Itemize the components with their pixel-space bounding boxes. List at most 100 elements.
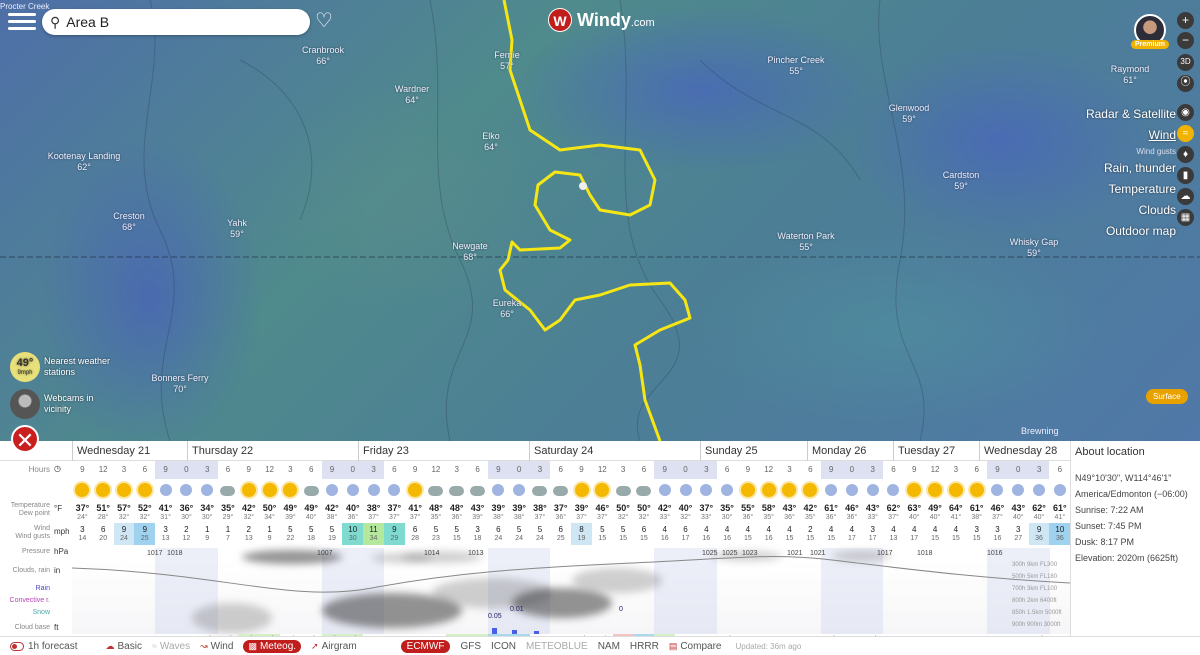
place-label[interactable]: Cardston 59° — [943, 170, 980, 192]
day-header[interactable]: Wednesday 21 — [72, 441, 187, 461]
surface-button[interactable]: Surface — [1146, 389, 1188, 404]
place-label[interactable]: Kootenay Landing 62° — [48, 151, 121, 173]
place-label[interactable]: Newgate 68° — [452, 241, 488, 263]
layer-radar-satellite[interactable]: Radar & Satellite — [1086, 104, 1176, 125]
webcams-vicinity[interactable]: Webcams in vicinity — [10, 389, 104, 419]
rain-icon[interactable]: ♦ — [1177, 146, 1194, 163]
place-label[interactable]: Glenwood 59° — [889, 103, 930, 125]
wind-cell: 4 16 — [758, 523, 779, 545]
temp-value: 46° — [990, 503, 1005, 513]
compare-button[interactable]: ▤ Compare — [669, 641, 722, 652]
cloud-icon — [553, 486, 569, 496]
model-gfs[interactable]: GFS — [460, 641, 481, 652]
temp-cell: 41° 31° — [155, 501, 176, 523]
search-input[interactable] — [66, 14, 287, 30]
place-label[interactable]: Whisky Gap 59° — [1010, 237, 1059, 259]
dew-value: 37° — [368, 514, 379, 521]
place-label[interactable]: Cranbrook 66° — [302, 45, 344, 67]
pressure-value: 1025 — [722, 550, 738, 557]
temp-cell: 42° 38° — [322, 501, 343, 523]
layer-wind[interactable]: Wind — [1086, 125, 1176, 146]
moon-icon — [1053, 484, 1066, 496]
day-header[interactable]: Thursday 22 — [187, 441, 358, 461]
model-nam[interactable]: NAM — [598, 641, 620, 652]
nearest-weather-stations[interactable]: 49° 9mph Nearest weather stations — [10, 352, 116, 382]
weather-icon-cell — [550, 479, 571, 501]
day-header[interactable]: Saturday 24 — [529, 441, 700, 461]
temp-value: 63° — [907, 503, 922, 513]
close-forecast-button[interactable]: ✕ — [11, 425, 39, 453]
search-box[interactable]: ⚲ — [42, 9, 310, 35]
layer-clouds[interactable]: Clouds — [1086, 200, 1176, 221]
favorite-heart-icon[interactable]: ♡ — [315, 11, 335, 31]
place-label[interactable]: Wardner 64° — [395, 84, 429, 106]
wind-value: 2 — [808, 525, 813, 534]
wind-cell: 3 13 — [155, 523, 176, 545]
place-label[interactable]: Bonners Ferry 70° — [151, 373, 208, 395]
pressure-unit[interactable]: hPa — [54, 547, 68, 556]
place-label[interactable]: Fernie 57° — [494, 50, 520, 72]
tab-waves[interactable]: ≈ Waves — [152, 641, 190, 652]
layer-outdoor-map[interactable]: Outdoor map — [1086, 221, 1176, 242]
clouds-unit[interactable]: in — [54, 566, 60, 575]
hour-cell: 6 — [808, 465, 813, 474]
locate-icon[interactable]: ⦿ — [1177, 75, 1194, 92]
weather-icon-cell — [758, 479, 779, 501]
gust-value: 36 — [1055, 535, 1064, 542]
day-header[interactable]: Sunday 25 — [700, 441, 807, 461]
dew-value: 38° — [971, 514, 982, 521]
place-label[interactable]: Pincher Creek 55° — [767, 55, 824, 77]
about-location-title[interactable]: About location — [1075, 446, 1200, 458]
temp-unit[interactable]: °F — [54, 504, 62, 513]
layer-rain-thunder[interactable]: Rain, thunder — [1086, 158, 1176, 179]
place-label[interactable]: Yahk 59° — [227, 218, 247, 240]
gust-value: 17 — [868, 535, 877, 542]
satellite-icon[interactable]: ◉ — [1177, 104, 1194, 121]
gust-value: 23 — [432, 535, 440, 542]
cloud-base-unit[interactable]: ft — [54, 623, 58, 632]
day-header[interactable]: Wednesday 28 — [979, 441, 1070, 461]
place-label[interactable]: Eureka 66° — [493, 298, 522, 320]
layer-temperature[interactable]: Temperature — [1086, 179, 1176, 200]
thermometer-icon[interactable]: ▮ — [1177, 167, 1194, 184]
cloud-icon[interactable]: ☁ — [1177, 188, 1194, 205]
day-header[interactable]: Tuesday 27 — [893, 441, 979, 461]
day-header[interactable]: Friday 23 — [358, 441, 529, 461]
zoom-out-button[interactable]: − — [1177, 32, 1194, 49]
wind-cell: 4 15 — [821, 523, 842, 545]
place-label[interactable]: Waterton Park 55° — [777, 231, 834, 253]
gust-value: 16 — [660, 535, 669, 542]
temp-cell: 50° 34° — [259, 501, 280, 523]
map-icon[interactable]: ▦ — [1177, 209, 1194, 226]
hour-cell: 9 — [155, 461, 176, 479]
weather-icon-cell — [114, 479, 135, 501]
gust-value: 15 — [827, 535, 835, 542]
weather-icon-cell — [613, 479, 634, 501]
menu-button[interactable] — [8, 10, 36, 34]
model-ecmwf[interactable]: ECMWF — [400, 639, 451, 653]
place-label[interactable]: Elko 64° — [482, 131, 500, 153]
model-hrrr[interactable]: HRRR — [630, 641, 659, 652]
wind-unit[interactable]: mph — [54, 527, 70, 536]
temp-cell: 46° 37° — [592, 501, 613, 523]
model-icon[interactable]: ICON — [491, 641, 516, 652]
day-header[interactable]: Monday 26 — [807, 441, 893, 461]
cloud-base-label: Cloud base — [14, 624, 50, 631]
place-label[interactable]: Raymond 61° — [1111, 64, 1150, 86]
forecast-1h-toggle[interactable]: 1h forecast — [10, 641, 77, 652]
tab-airgram[interactable]: ➚ Airgram — [311, 641, 357, 652]
tab-meteogram[interactable]: ▩ Meteog. — [243, 639, 302, 653]
place-label[interactable]: Creston 68° — [113, 211, 145, 233]
tab-basic[interactable]: ☁ Basic — [105, 641, 141, 652]
zoom-in-button[interactable]: + — [1177, 12, 1194, 29]
view-3d-button[interactable]: 3D — [1177, 54, 1194, 71]
tab-wind[interactable]: ↝ Wind — [200, 641, 233, 652]
windy-logo[interactable]: W Windy.com — [548, 8, 655, 32]
dew-value: 32° — [139, 514, 151, 521]
wind-cell: 11 34 — [363, 523, 384, 545]
wind-icon[interactable]: ≈ — [1177, 125, 1194, 142]
layer-sub-wind-gusts[interactable]: Wind gusts — [1086, 146, 1176, 158]
weather-map[interactable]: Cranbrook 66° Fernie 57° Wardner 64° Elko 64° Ko… — [0, 0, 1200, 441]
meteogram-grid[interactable]: 9 12 3 6 9 0 3 6 9 12 3 6 9 0 3 6 9 12 3 6 9 0 3 6 9 12 3 6 9 0 3 6 9 12 3… — [72, 461, 1071, 646]
model-meteoblue[interactable]: METEOBLUE — [526, 641, 588, 652]
